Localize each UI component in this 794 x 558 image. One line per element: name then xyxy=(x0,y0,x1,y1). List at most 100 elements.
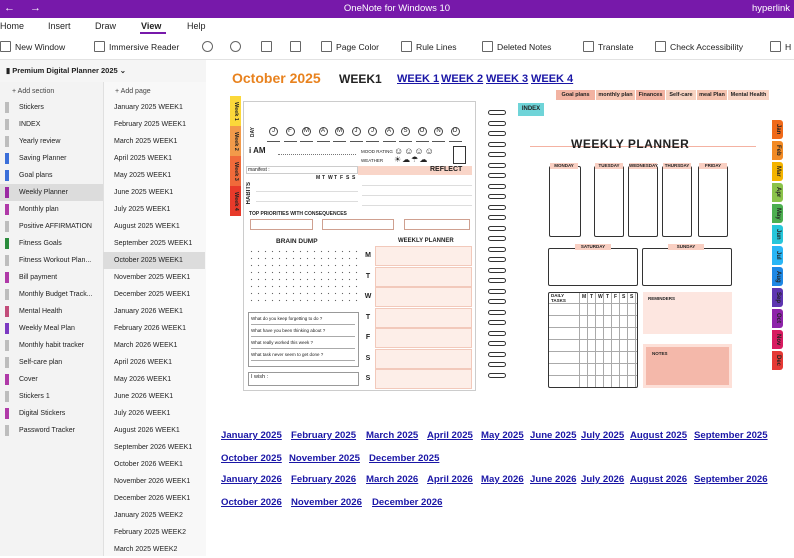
section-item[interactable]: Stickers 1 xyxy=(0,388,103,405)
section-item[interactable]: Goal plans xyxy=(0,167,103,184)
month-link[interactable]: May 2025 xyxy=(481,430,524,441)
section-item[interactable]: Monthly plan xyxy=(0,201,103,218)
page-item[interactable]: November 2026 WEEK1 xyxy=(103,473,205,490)
section-item[interactable]: Password Tracker xyxy=(0,422,103,439)
section-item[interactable]: Positive AFFIRMATION xyxy=(0,218,103,235)
month-circle[interactable]: D xyxy=(450,127,460,136)
month-tab[interactable]: Apr xyxy=(772,183,783,202)
add-section-button[interactable]: + Add section xyxy=(12,88,54,95)
page-item[interactable]: September 2025 WEEK1 xyxy=(103,235,205,252)
habit-grid[interactable] xyxy=(256,182,358,210)
month-circle[interactable]: N xyxy=(434,127,443,136)
month-tab[interactable]: Mar xyxy=(772,162,783,181)
section-item[interactable]: Saving Planner xyxy=(0,150,103,167)
page-item[interactable]: April 2025 WEEK1 xyxy=(103,150,205,167)
month-link[interactable]: July 2025 xyxy=(581,430,624,441)
page-item[interactable]: August 2025 WEEK1 xyxy=(103,218,205,235)
month-circle[interactable]: J xyxy=(269,127,278,136)
page-item[interactable]: February 2026 WEEK1 xyxy=(103,320,205,337)
category-tag[interactable]: Mental Health xyxy=(728,90,769,100)
section-item[interactable]: Weekly Planner xyxy=(0,184,103,201)
page-item[interactable]: February 2025 WEEK2 xyxy=(103,524,205,541)
month-link[interactable]: August 2025 xyxy=(630,430,687,441)
month-link[interactable]: October 2025 xyxy=(221,453,282,464)
notebook-title[interactable]: ▮ Premium Digital Planner 2025 ⌄ xyxy=(6,66,126,75)
page-item[interactable]: February 2025 WEEK1 xyxy=(103,116,205,133)
zoom-in-button[interactable] xyxy=(230,41,241,52)
weekday-column[interactable] xyxy=(662,166,692,237)
month-tab[interactable]: Dec xyxy=(772,351,783,370)
section-item[interactable]: Weekly Meal Plan xyxy=(0,320,103,337)
category-tag[interactable]: monthly plan xyxy=(596,90,635,100)
month-link[interactable]: September 2025 xyxy=(694,430,768,441)
day-row[interactable] xyxy=(375,369,472,389)
check-accessibility-button[interactable]: Check Accessibility xyxy=(655,41,743,52)
deleted-notes-button[interactable]: Deleted Notes xyxy=(482,41,551,52)
day-row[interactable] xyxy=(375,266,472,287)
page-item[interactable]: March 2025 WEEK1 xyxy=(103,133,205,150)
priority-box-2[interactable] xyxy=(322,219,394,230)
zoom-out-button[interactable] xyxy=(202,41,213,52)
page-item[interactable]: November 2025 WEEK1 xyxy=(103,269,205,286)
tab-help[interactable]: Help xyxy=(187,21,206,31)
tab-draw[interactable]: Draw xyxy=(95,21,116,31)
section-item[interactable]: Cover xyxy=(0,371,103,388)
month-tab[interactable]: Sep xyxy=(772,288,783,307)
weekday-column[interactable] xyxy=(628,166,658,237)
page-item[interactable]: December 2026 WEEK1 xyxy=(103,490,205,507)
immersive-reader-button[interactable]: Immersive Reader xyxy=(94,41,179,52)
month-link[interactable]: January 2026 xyxy=(221,474,282,485)
section-item[interactable]: Fitness Workout Plan... xyxy=(0,252,103,269)
week1-link[interactable]: WEEK 1 xyxy=(397,73,439,85)
day-row[interactable] xyxy=(375,328,472,348)
month-link[interactable]: July 2026 xyxy=(581,474,624,485)
month-link[interactable]: October 2026 xyxy=(221,497,282,508)
weekday-column[interactable] xyxy=(698,166,728,237)
page-item[interactable]: June 2026 WEEK1 xyxy=(103,388,205,405)
month-tab[interactable]: May xyxy=(772,204,783,223)
month-circle[interactable]: A xyxy=(384,127,394,136)
rule-lines-button[interactable]: Rule Lines xyxy=(401,41,457,52)
month-tab[interactable]: Jan xyxy=(772,120,783,139)
month-link[interactable]: June 2025 xyxy=(530,430,576,441)
translate-button[interactable]: Translate xyxy=(583,41,634,52)
page-item[interactable]: January 2025 WEEK2 xyxy=(103,507,205,524)
week-tab[interactable]: Week 1 xyxy=(230,96,241,126)
month-link[interactable]: November 2026 xyxy=(291,497,362,508)
page-item[interactable]: March 2025 WEEK2 xyxy=(103,541,205,558)
page-width-button[interactable] xyxy=(261,41,272,52)
category-tag[interactable]: Self-care xyxy=(666,90,696,100)
month-circle[interactable]: J xyxy=(368,127,377,136)
page-item[interactable]: June 2025 WEEK1 xyxy=(103,184,205,201)
page-item[interactable]: October 2025 WEEK1 xyxy=(103,252,205,269)
weekday-column[interactable] xyxy=(594,166,624,237)
month-link[interactable]: August 2026 xyxy=(630,474,687,485)
page-item[interactable]: April 2026 WEEK1 xyxy=(103,354,205,371)
index-tab[interactable]: INDEX xyxy=(518,103,544,116)
section-item[interactable]: Stickers xyxy=(0,99,103,116)
tab-home[interactable]: Home xyxy=(0,21,24,31)
weather-icons-icon[interactable]: ☀☁☂☁ xyxy=(394,155,428,164)
month-link[interactable]: April 2025 xyxy=(427,430,473,441)
add-page-button[interactable]: + Add page xyxy=(115,88,151,95)
day-row[interactable] xyxy=(375,246,472,266)
month-link[interactable]: March 2025 xyxy=(366,430,418,441)
section-item[interactable]: INDEX xyxy=(0,116,103,133)
week-tab[interactable]: Week 2 xyxy=(230,126,241,156)
fullscreen-button[interactable] xyxy=(290,41,301,52)
priority-box-3[interactable] xyxy=(404,219,470,230)
month-link[interactable]: February 2026 xyxy=(291,474,356,485)
week4-link[interactable]: WEEK 4 xyxy=(531,73,573,85)
month-link[interactable]: February 2025 xyxy=(291,430,356,441)
month-tab[interactable]: Jul xyxy=(772,246,783,265)
page-item[interactable]: July 2025 WEEK1 xyxy=(103,201,205,218)
section-item[interactable]: Fitness Goals xyxy=(0,235,103,252)
month-link[interactable]: September 2026 xyxy=(694,474,768,485)
month-link[interactable]: April 2026 xyxy=(427,474,473,485)
month-tab[interactable]: Oct xyxy=(772,309,783,328)
category-tag[interactable]: Finances xyxy=(636,90,665,100)
month-circle[interactable]: J xyxy=(351,127,361,136)
section-item[interactable]: Mental Health xyxy=(0,303,103,320)
month-circle[interactable]: A xyxy=(318,127,328,136)
tab-view[interactable]: View xyxy=(141,21,161,31)
